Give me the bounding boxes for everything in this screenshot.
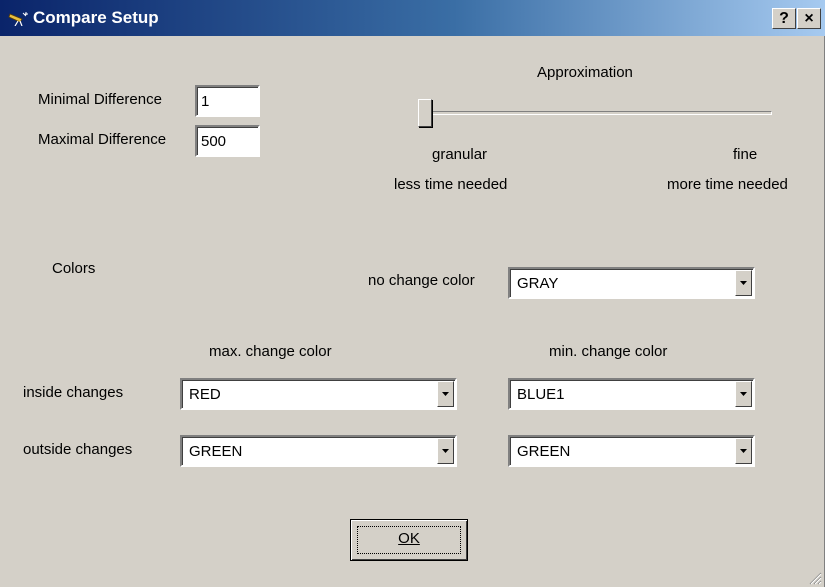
maximal-difference-input[interactable]: 500	[195, 125, 260, 157]
granular-label: granular	[432, 146, 488, 163]
focus-rectangle	[357, 526, 461, 554]
window-title: Compare Setup	[33, 8, 159, 27]
outside-max-color-value: GREEN	[189, 443, 243, 460]
minimal-difference-input[interactable]: 1	[195, 85, 260, 117]
outside-max-color-select[interactable]: GREEN	[180, 435, 457, 467]
no-change-color-value: GRAY	[517, 275, 559, 292]
telescope-icon	[8, 12, 28, 26]
max-change-color-header: max. change color	[209, 343, 332, 360]
outside-min-color-value: GREEN	[517, 443, 571, 460]
no-change-color-select[interactable]: GRAY	[508, 267, 755, 299]
fine-label: fine	[733, 146, 758, 163]
maximal-difference-label: Maximal Difference	[38, 131, 167, 148]
ok-button[interactable]: OK	[350, 519, 468, 561]
inside-max-color-value: RED	[189, 386, 221, 403]
approximation-slider-thumb[interactable]	[418, 99, 432, 127]
inside-changes-label: inside changes	[23, 384, 124, 401]
no-change-color-label: no change color	[368, 272, 475, 289]
colors-section-label: Colors	[52, 260, 96, 277]
resize-grip-icon[interactable]	[809, 572, 822, 585]
compare-setup-dialog: Compare Setup ? × Minimal Difference 1 M…	[0, 0, 825, 587]
chevron-down-icon[interactable]	[735, 381, 752, 407]
more-time-label: more time needed	[667, 176, 788, 193]
help-icon: ?	[779, 10, 789, 27]
inside-min-color-select[interactable]: BLUE1	[508, 378, 755, 410]
outside-changes-label: outside changes	[23, 441, 133, 458]
close-icon: ×	[804, 10, 814, 27]
chevron-down-icon[interactable]	[437, 381, 454, 407]
inside-max-color-select[interactable]: RED	[180, 378, 457, 410]
approximation-slider-track[interactable]	[420, 111, 772, 115]
title-bar: Compare Setup ? ×	[0, 0, 825, 36]
chevron-down-icon[interactable]	[735, 438, 752, 464]
inside-min-color-value: BLUE1	[517, 386, 565, 403]
min-change-color-header: min. change color	[549, 343, 668, 360]
chevron-down-icon[interactable]	[735, 270, 752, 296]
approximation-label: Approximation	[537, 64, 633, 81]
close-button[interactable]: ×	[797, 8, 821, 29]
outside-min-color-select[interactable]: GREEN	[508, 435, 755, 467]
help-button[interactable]: ?	[772, 8, 796, 29]
chevron-down-icon[interactable]	[437, 438, 454, 464]
minimal-difference-label: Minimal Difference	[38, 91, 162, 108]
less-time-label: less time needed	[394, 176, 508, 193]
